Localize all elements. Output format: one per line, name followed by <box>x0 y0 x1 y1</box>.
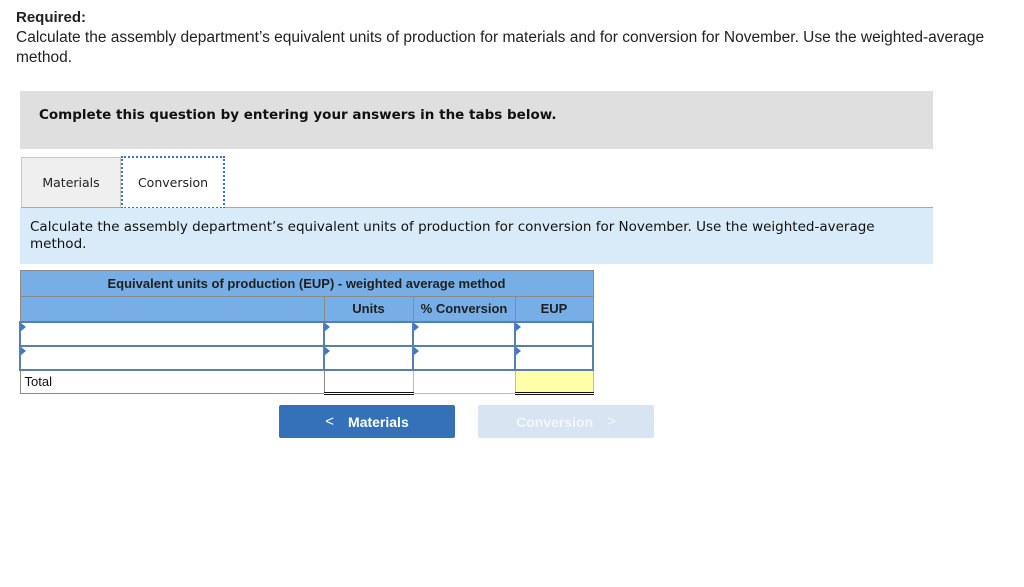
units-cell[interactable] <box>323 344 414 371</box>
row-label-input[interactable] <box>21 322 323 345</box>
eup-table: Equivalent units of production (EUP) - w… <box>19 270 594 395</box>
table-row <box>19 344 594 371</box>
row-label-input[interactable] <box>21 346 323 369</box>
eup-input[interactable] <box>516 346 592 369</box>
total-row: Total <box>19 369 594 395</box>
column-header-pct-conversion: % Conversion <box>412 296 516 322</box>
next-button-label: Conversion <box>516 413 594 430</box>
row-label-dropdown[interactable] <box>19 320 325 347</box>
required-heading: Required: <box>16 9 87 26</box>
pct-conversion-input[interactable] <box>414 346 514 369</box>
tab-instruction-panel: Calculate the assembly department’s equi… <box>20 208 933 264</box>
pct-conversion-input[interactable] <box>414 322 514 345</box>
column-header-units: Units <box>323 296 414 322</box>
next-tab-conversion-button[interactable]: Conversion > <box>478 405 654 438</box>
prev-button-label: Materials <box>348 413 409 430</box>
units-input[interactable] <box>325 322 412 345</box>
tab-instruction-text: Calculate the assembly department’s equi… <box>30 219 875 252</box>
chevron-left-icon: < <box>325 413 335 430</box>
table-title: Equivalent units of production (EUP) - w… <box>19 270 594 297</box>
eup-cell[interactable] <box>514 344 594 371</box>
row-label-dropdown[interactable] <box>19 344 325 371</box>
table-row <box>19 320 594 347</box>
total-eup <box>514 369 594 395</box>
pct-conversion-cell[interactable] <box>412 320 516 347</box>
eup-cell[interactable] <box>514 320 594 347</box>
tab-bar: Materials Conversion <box>21 156 933 209</box>
pct-conversion-cell[interactable] <box>412 344 516 371</box>
eup-input[interactable] <box>516 322 592 345</box>
required-text: Calculate the assembly department’s equi… <box>16 29 985 66</box>
column-header-label <box>19 296 325 322</box>
chevron-right-icon: > <box>607 413 616 430</box>
units-input[interactable] <box>325 346 412 369</box>
total-pct-blank <box>412 369 516 394</box>
total-units <box>323 369 414 395</box>
tab-conversion[interactable]: Conversion <box>121 156 225 209</box>
instruction-banner: Complete this question by entering your … <box>20 91 933 149</box>
banner-text: Complete this question by entering your … <box>39 107 557 123</box>
total-label: Total <box>19 369 325 394</box>
units-cell[interactable] <box>323 320 414 347</box>
prev-tab-materials-button[interactable]: < Materials <box>279 405 455 438</box>
tab-materials[interactable]: Materials <box>21 157 121 207</box>
column-header-eup: EUP <box>514 296 594 322</box>
